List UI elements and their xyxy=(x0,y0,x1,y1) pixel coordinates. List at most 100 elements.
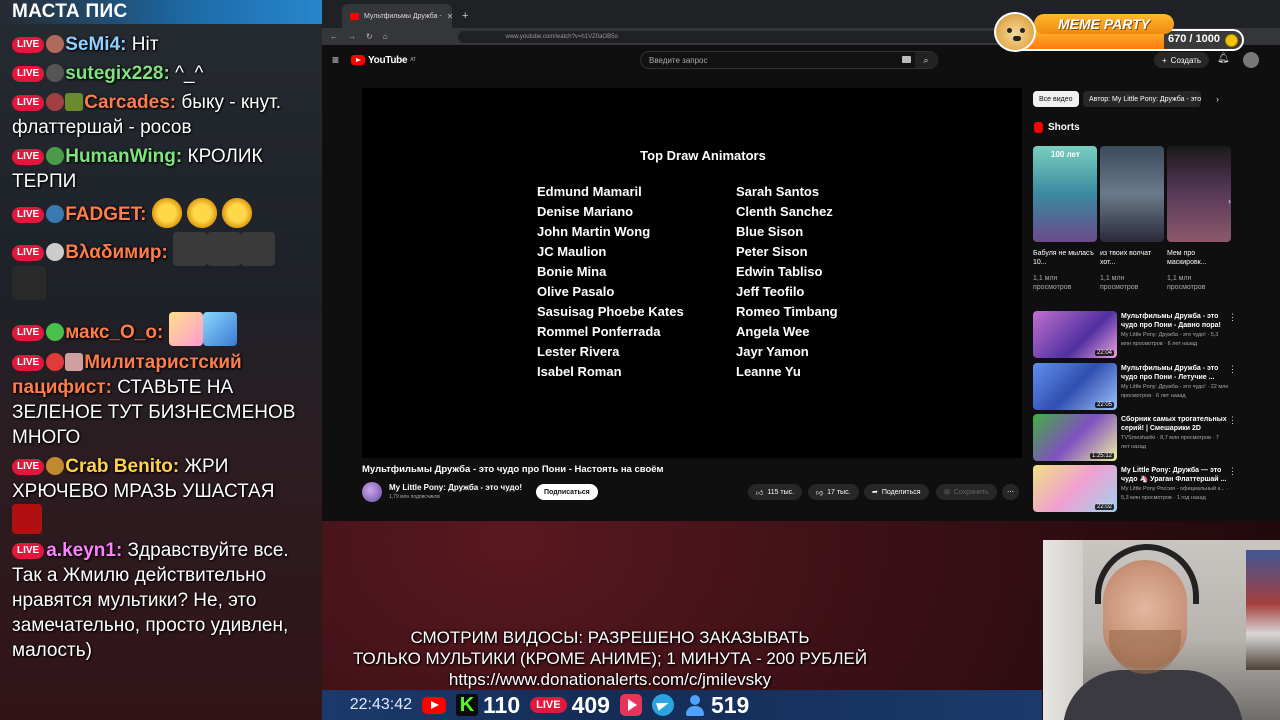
live-badge: LIVE xyxy=(12,325,45,341)
short-thumbnail[interactable] xyxy=(1100,146,1164,242)
user-avatar xyxy=(46,323,65,341)
chevron-right-icon[interactable]: › xyxy=(1216,94,1219,104)
recommended-video[interactable]: 22:05 Мультфильмы Дружба - это чудо про … xyxy=(1033,363,1233,411)
user-avatar xyxy=(46,243,65,261)
recommended-video[interactable]: 1:25:12 Сборник самых трогательных серий… xyxy=(1033,414,1233,462)
user-avatar xyxy=(46,353,65,371)
subscribe-button[interactable]: Подписаться xyxy=(536,484,598,500)
chip-all-videos[interactable]: Все видео xyxy=(1033,91,1079,107)
recommended-video[interactable]: 22:02 My Little Pony: Дружба — это чудо … xyxy=(1033,465,1233,513)
credits-title: Top Draw Animators xyxy=(640,148,766,163)
keyboard-icon[interactable] xyxy=(902,56,911,63)
logo-region: AT xyxy=(410,57,416,63)
credit-name: Bonie Mina xyxy=(537,264,607,279)
share-button[interactable]: ➦ Поделиться xyxy=(864,484,929,500)
viewers-icon xyxy=(684,694,706,716)
credits-right-column: Sarah Santos Clenth Sanchez Blue Sison Pete… xyxy=(736,182,838,382)
menu-icon[interactable]: ≡ xyxy=(332,53,339,67)
short-thumbnail[interactable]: 100 лет xyxy=(1033,146,1097,242)
create-button[interactable]: + Создать xyxy=(1154,52,1210,68)
live-badge: LIVE xyxy=(12,245,45,261)
chat-overlay: МАСТА ПИС LIVE SeMi4: Ніт LIVE sutegix228:… xyxy=(0,0,322,720)
shorts-header: Shorts xyxy=(1034,122,1080,133)
viewer-stat: 519 xyxy=(684,692,749,719)
stream-stats-bar: 22:43:42 K 110 LIVE 409 519 xyxy=(322,690,1042,720)
chat-message: LIVE FADGET: xyxy=(0,196,322,230)
chat-message: LIVE HumanWing: КРОЛИК ТЕРПИ xyxy=(0,142,322,196)
viewer-count: 519 xyxy=(710,691,750,718)
back-icon[interactable]: ← xyxy=(330,32,338,41)
chat-nick: Вλαδимир: xyxy=(65,242,168,263)
more-options-icon[interactable]: ⋮ xyxy=(1228,466,1237,477)
short-title[interactable]: из твоих волчат хот... xyxy=(1100,249,1162,267)
channel-avatar[interactable] xyxy=(362,482,382,502)
short-views: 1,1 млн просмотров xyxy=(1033,275,1072,291)
meme-party-title: MEME PARTY xyxy=(1034,14,1174,34)
video-title: Мультфильмы Дружба - это чудо про Пони -… xyxy=(362,464,664,475)
video-duration: 22:05 xyxy=(1094,402,1114,408)
url-field[interactable]: www.youtube.com/watch?v=h1VZ0aOB5o xyxy=(457,30,1058,43)
more-options-icon[interactable]: ⋮ xyxy=(1228,415,1237,426)
more-actions-icon[interactable]: ⋯ xyxy=(1002,484,1019,500)
dislike-button[interactable]: 👎︎ 17 тыс. xyxy=(808,484,859,500)
streamer-beard xyxy=(1109,630,1181,674)
short-thumbnail[interactable] xyxy=(1167,146,1231,242)
browser-window: Мультфильмы Дружба - ✕ + ← → ↻ ⌂ www.you… xyxy=(322,0,1280,521)
close-icon[interactable]: ✕ xyxy=(447,12,452,21)
more-options-icon[interactable]: ⋮ xyxy=(1228,364,1237,375)
live-stat: LIVE 409 xyxy=(530,692,610,719)
live-badge: LIVE xyxy=(12,355,45,371)
chat-nick: макс_О_о: xyxy=(65,322,164,343)
forward-icon[interactable]: → xyxy=(348,32,356,41)
chip-author[interactable]: Автор: My Little Pony: Дружба - это xyxy=(1083,91,1201,107)
chat-nick: HumanWing: xyxy=(65,146,183,167)
new-tab-icon[interactable]: + xyxy=(456,10,474,28)
user-avatar xyxy=(46,35,65,53)
webcam-flag xyxy=(1246,550,1280,670)
short-views: 1,1 млн просмотров xyxy=(1167,275,1206,291)
share-icon: ➦ xyxy=(872,489,878,496)
video-meta: TVSmeshariki · 8,7 млн просмотров · 7 ле… xyxy=(1121,435,1219,450)
meme-party-widget: 670 / 1000 MEME PARTY xyxy=(994,12,1246,52)
video-duration: 22:02 xyxy=(1094,504,1114,510)
stream-announcement: СМОТРИМ ВИДОСЫ: РАЗРЕШЕНО ЗАКАЗЫВАТЬ ТОЛ… xyxy=(330,627,890,690)
youtube-logo[interactable]: YouTube AT xyxy=(351,55,416,66)
chat-nick: a.keyn1: xyxy=(46,540,123,561)
recommended-video[interactable]: 22:04 Мультфильмы Дружба - это чудо про … xyxy=(1033,311,1233,359)
emote-icon xyxy=(12,504,42,534)
search-input[interactable]: Введите запрос ⌕ xyxy=(640,51,938,69)
reload-icon[interactable]: ↻ xyxy=(366,32,373,41)
pony-emote-icon xyxy=(168,312,203,346)
video-thumbnail: 22:05 xyxy=(1033,363,1117,410)
credit-name: Sarah Santos xyxy=(736,184,820,199)
credit-name: Denise Mariano xyxy=(537,204,634,219)
more-options-icon[interactable]: ⋮ xyxy=(1228,312,1237,323)
coin-icon xyxy=(1225,34,1238,47)
credit-name: John Martin Wong xyxy=(537,224,651,239)
browser-tab[interactable]: Мультфильмы Дружба - ✕ xyxy=(342,4,452,28)
like-button[interactable]: 👍︎ 115 тыс. xyxy=(748,484,803,500)
video-player[interactable]: Top Draw Animators Edmund Mamaril Denise … xyxy=(362,88,1022,458)
credit-name: Lester Rivera xyxy=(537,344,620,359)
search-icon[interactable]: ⌕ xyxy=(915,52,937,68)
emote-icon xyxy=(187,198,218,228)
account-avatar[interactable] xyxy=(1243,52,1259,68)
short-title[interactable]: Бабуля не мыласъ 10... xyxy=(1033,249,1095,267)
short-title[interactable]: Мем про маскировк... xyxy=(1167,249,1229,267)
bell-icon[interactable]: 🔔︎ xyxy=(1217,53,1230,64)
chat-nick: Carcades: xyxy=(84,92,177,113)
thumb-up-icon: 👍︎ xyxy=(756,489,764,497)
live-badge: LIVE xyxy=(12,95,45,111)
video-meta: My Little Pony Россия - официальный к...… xyxy=(1121,486,1228,501)
emote-icon xyxy=(241,232,276,266)
save-button[interactable]: ⊞ Сохранить xyxy=(936,484,997,500)
create-label: Создать xyxy=(1170,55,1202,65)
home-icon[interactable]: ⌂ xyxy=(383,32,388,41)
channel-name[interactable]: My Little Pony: Дружба - это чудо! xyxy=(389,483,522,492)
tab-title: Мультфильмы Дружба - xyxy=(364,12,442,20)
donation-link: https://www.donationalerts.com/c/jmilevs… xyxy=(448,670,772,689)
chevron-right-icon[interactable]: › xyxy=(1228,196,1231,206)
logo-text: YouTube xyxy=(368,54,408,66)
channel-subscribers: 1,79 млн подписчиков xyxy=(389,494,440,500)
credit-name: Rommel Ponferrada xyxy=(537,324,661,339)
